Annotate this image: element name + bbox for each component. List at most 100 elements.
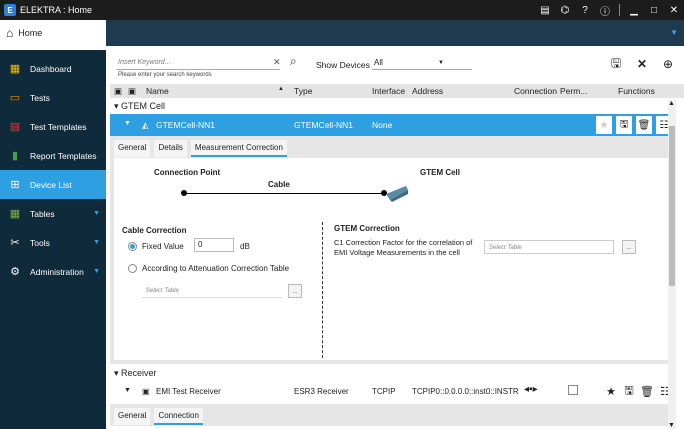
show-devices-label: Show Devices [316, 60, 370, 70]
chevron-down-icon[interactable]: ▼ [124, 120, 131, 127]
connection-point-label: Connection Point [154, 168, 221, 177]
fixed-value-input[interactable]: 0 [194, 238, 234, 252]
collapse-toggle-icon[interactable]: ▼ [670, 28, 678, 37]
tab-general[interactable]: General [114, 140, 151, 157]
column-header-connection[interactable]: Connection [514, 86, 557, 96]
templates-icon: ▤ [9, 121, 21, 133]
close-icon[interactable]: ✕ [668, 4, 680, 16]
add-device-icon[interactable]: ⊕ [658, 56, 678, 72]
column-header-type[interactable]: Type [294, 86, 312, 96]
device-interface: None [372, 120, 393, 130]
sidebar-item-administration[interactable]: ⚙ Administration ▼ [0, 257, 106, 286]
cable-select-table[interactable]: Select Table [142, 284, 282, 298]
sidebar-item-label: Tables [30, 208, 55, 219]
column-header-name[interactable]: Name [146, 86, 169, 96]
tools-icon: ✂ [10, 237, 20, 249]
group-row-gtem[interactable]: ▾ GTEM Cell [110, 99, 676, 113]
help-icon[interactable]: ? [579, 4, 591, 16]
save-icon[interactable]: 🖫 [616, 116, 632, 134]
device-type: GTEMCell-NN1 [294, 120, 354, 130]
report-icon: ▮ [11, 150, 19, 162]
home-bar: ⌂ Home ▼ [0, 20, 684, 46]
header-collapse-icon[interactable]: ▣ [114, 86, 122, 97]
fixed-value-option[interactable]: Fixed Value [128, 242, 184, 251]
home-tab[interactable]: ⌂ Home [0, 20, 106, 46]
sidebar-item-label: Report Templates [30, 150, 97, 161]
tab-general[interactable]: General [114, 408, 151, 425]
sidebar-item-tools[interactable]: ✂ Tools ▼ [0, 228, 106, 257]
scroll-thumb[interactable] [669, 126, 675, 286]
device-detail-panel: General Details Measurement Correction C… [110, 136, 676, 364]
device-type: ESR3 Receiver [294, 387, 349, 396]
trash-icon[interactable]: 🗑 [640, 383, 654, 399]
minimize-icon[interactable]: ▁ [628, 4, 640, 16]
attenuation-option[interactable]: According to Attenuation Correction Tabl… [128, 264, 289, 273]
column-header-address[interactable]: Address [412, 86, 443, 96]
sidebar-item-test-templates[interactable]: ▤ Test Templates [0, 112, 106, 141]
trash-icon[interactable]: 🗑 [636, 116, 652, 134]
column-header-functions[interactable]: Functions [618, 86, 655, 96]
device-name: GTEMCell-NN1 [156, 120, 216, 130]
header-expand-icon[interactable]: ▣ [128, 86, 136, 97]
save-icon[interactable]: 🖫 [622, 383, 636, 399]
gtem-correction-text: C1 Correction Factor for the correlation… [334, 238, 473, 257]
cable-browse-button[interactable]: .. [288, 284, 302, 298]
fixed-value-radio[interactable] [128, 242, 137, 251]
show-devices-select[interactable]: All ▼ [372, 56, 472, 70]
sidebar-item-label: Tools [30, 237, 50, 248]
gtem-device-icon: ◭ [142, 120, 149, 130]
tests-icon: ▭ [9, 92, 21, 104]
app-logo-icon: E [4, 4, 16, 16]
column-header-interface[interactable]: Interface [372, 86, 405, 96]
favorite-star-icon[interactable]: ★ [596, 116, 612, 134]
sidebar-item-tables[interactable]: ▦ Tables ▼ [0, 199, 106, 228]
chevron-down-icon: ▾ [114, 101, 119, 111]
permission-checkbox[interactable] [568, 385, 578, 395]
dashboard-icon: ▦ [9, 63, 21, 75]
connection-status-icon[interactable]: ◂▪▸ [524, 384, 538, 395]
group-label: GTEM Cell [121, 101, 166, 111]
sidebar-item-tests[interactable]: ▭ Tests [0, 83, 106, 112]
vertical-scrollbar[interactable]: ▲ ▼ [668, 100, 676, 429]
sidebar-item-device-list[interactable]: ⊞ Device List [0, 170, 106, 199]
cable-line [184, 193, 384, 194]
table-header: ▣ ▣ Name ▲ Type Interface Address Connec… [110, 84, 684, 98]
title-separator [619, 4, 620, 16]
search-input[interactable]: Insert Keyword... [116, 56, 280, 70]
attenuation-label: According to Attenuation Correction Tabl… [142, 264, 290, 273]
table-row-receiver[interactable]: ▼ ▣ EMI Test Receiver ESR3 Receiver TCPI… [110, 380, 676, 402]
device-address: TCPIP0::0.0.0.0::inst0::INSTR [412, 387, 519, 396]
tab-connection[interactable]: Connection [154, 408, 203, 425]
gtem-select-table[interactable]: Select Table [484, 240, 614, 254]
sidebar-item-report-templates[interactable]: ▮ Report Templates [0, 141, 106, 170]
maximize-icon[interactable]: □ [648, 4, 660, 16]
window-title: ELEKTRA : Home [20, 5, 93, 15]
notes-icon[interactable]: ▤ [539, 4, 551, 16]
delete-x-icon[interactable]: ✕ [632, 56, 652, 72]
favorite-star-icon[interactable]: ★ [604, 383, 618, 399]
scroll-up-icon[interactable]: ▲ [668, 100, 675, 107]
save-icon[interactable]: 🖫 [606, 56, 626, 72]
sidebar-item-label: Test Templates [30, 121, 87, 132]
tab-details[interactable]: Details [154, 140, 187, 157]
sidebar-item-dashboard[interactable]: ▦ Dashboard [0, 54, 106, 83]
device-name: EMI Test Receiver [156, 387, 221, 396]
chevron-down-icon[interactable]: ▼ [124, 387, 131, 394]
info-icon[interactable]: ⓘ [599, 4, 611, 18]
clear-search-icon[interactable]: ✕ [273, 57, 281, 68]
gtem-browse-button[interactable]: .. [622, 240, 636, 254]
sort-icon[interactable]: ▲ [278, 86, 284, 92]
column-header-perm[interactable]: Perm... [560, 86, 587, 96]
network-icon[interactable]: ⌬ [559, 4, 571, 16]
chevron-down-icon: ▼ [438, 60, 444, 66]
home-tab-label: Home [18, 28, 43, 38]
tab-measurement-correction[interactable]: Measurement Correction [190, 140, 287, 157]
table-row-gtem[interactable]: ▼ ◭ GTEMCell-NN1 GTEMCell-NN1 None ★ 🖫 🗑… [110, 114, 676, 136]
attenuation-radio[interactable] [128, 264, 137, 273]
unit-label: dB [240, 242, 250, 251]
main-content: Insert Keyword... ✕ Please enter your se… [110, 50, 684, 429]
search-icon[interactable]: ⌕ [290, 54, 297, 69]
search-hint: Please enter your search keywords [118, 72, 212, 78]
group-row-receiver[interactable]: ▾ Receiver [110, 366, 676, 380]
scroll-down-icon[interactable]: ▼ [668, 422, 675, 429]
